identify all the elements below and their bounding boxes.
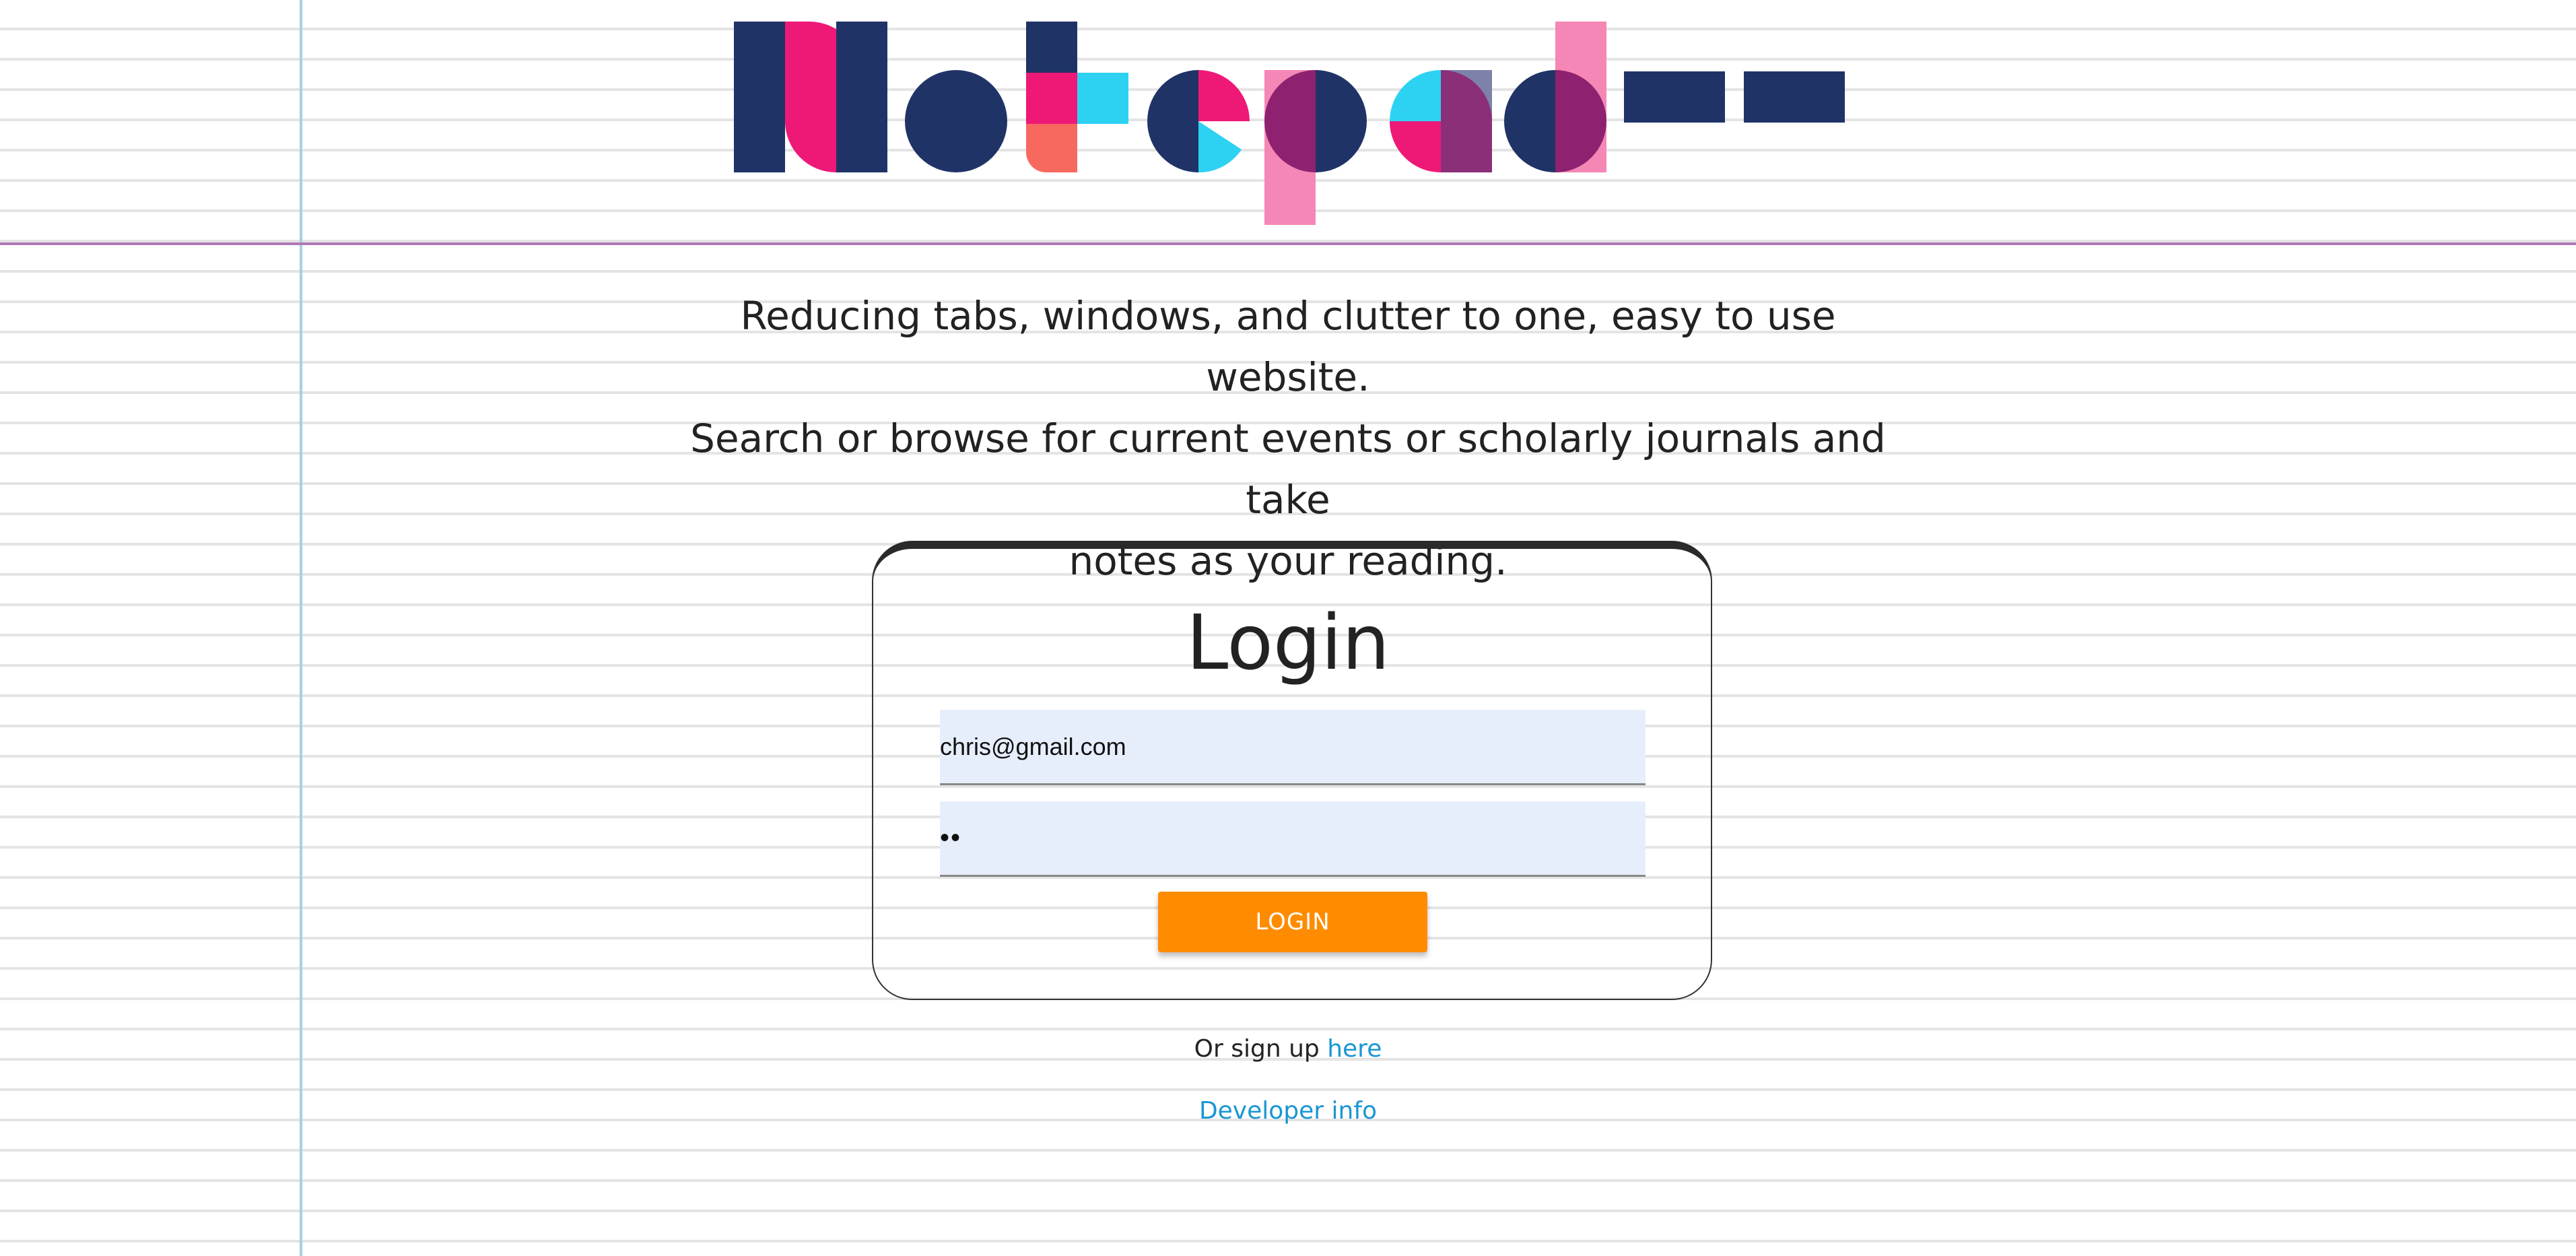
developer-info-link[interactable]: Developer info bbox=[1199, 1097, 1377, 1125]
signup-link[interactable]: here bbox=[1327, 1035, 1382, 1063]
tagline-line-2: Search or browse for current events or s… bbox=[690, 416, 1886, 523]
signup-prompt: Or sign up here bbox=[0, 1030, 2576, 1068]
tagline-line-1: Reducing tabs, windows, and clutter to o… bbox=[740, 293, 1836, 400]
login-button[interactable]: LOGIN bbox=[1158, 892, 1427, 952]
login-heading: Login bbox=[1186, 599, 1390, 687]
password-field[interactable] bbox=[940, 801, 1646, 877]
signup-prefix-text: Or sign up bbox=[1194, 1035, 1328, 1063]
developer-info-row: Developer info bbox=[0, 1092, 2576, 1130]
email-field[interactable] bbox=[940, 710, 1646, 785]
notepad-logo bbox=[734, 22, 1845, 225]
notebook-header-line bbox=[0, 242, 2576, 245]
